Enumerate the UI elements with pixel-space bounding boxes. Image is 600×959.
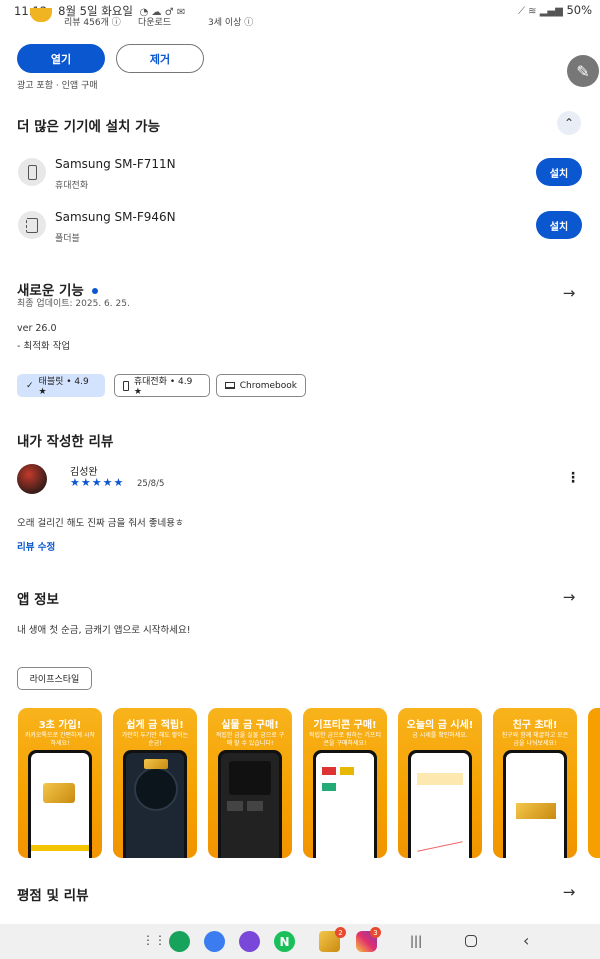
naver-app-icon[interactable]: N [274, 931, 295, 952]
check-icon: ✓ [26, 380, 34, 391]
update-note: - 최적화 작업 [17, 341, 71, 352]
pencil-icon: ✎ [576, 61, 590, 81]
internet-app-icon[interactable] [239, 931, 260, 952]
open-button[interactable]: 열기 [17, 44, 105, 73]
review-date: 25/8/5 [137, 479, 165, 489]
my-review-title: 내가 작성한 리뷰 [17, 434, 114, 450]
messages-app-icon[interactable] [204, 931, 225, 952]
install-button-2[interactable]: 설치 [536, 211, 582, 239]
app-info-arrow[interactable]: → [557, 585, 581, 609]
chevron-up-icon: ⌃ [563, 116, 575, 130]
screenshot-2[interactable]: 쉽게 금 적립! 가만히 두기만 해도 쌓이는 순금! [113, 708, 197, 858]
screenshot-4[interactable]: 기프티콘 구매! 적립한 금으로 원하는 기프티콘을 구매하세요! [303, 708, 387, 858]
phone-icon [123, 380, 129, 391]
review-stars: ★★★★★ [70, 476, 125, 489]
category-tag[interactable]: 라이프스타일 [17, 667, 92, 690]
laptop-icon [225, 382, 235, 389]
chip-phone[interactable]: 휴대전화 • 4.9 ★ [114, 374, 210, 397]
back-button[interactable]: ‹ [523, 931, 529, 950]
arrow-right-icon: → [562, 284, 576, 302]
last-updated: 최종 업데이트: 2025. 6. 25. [17, 299, 130, 309]
review-count: 리뷰 456개 ⓘ [64, 18, 121, 28]
arrow-right-icon: → [562, 588, 576, 606]
whats-new-arrow[interactable]: → [557, 281, 581, 305]
chip-tablet[interactable]: ✓ 태블릿 • 4.9 ★ [17, 374, 105, 397]
app-info-title: 앱 정보 [17, 592, 59, 608]
arrow-right-icon: → [562, 883, 576, 901]
ads-note: 광고 포함 · 인앱 구매 [17, 81, 98, 91]
battery-level: 50% [566, 3, 592, 17]
navigation-bar [0, 924, 600, 959]
devices-title: 더 많은 기기에 설치 가능 [17, 119, 160, 135]
app-description: 내 생애 첫 순금, 금캐기 앱으로 시작하세요! [17, 625, 191, 636]
ratings-arrow[interactable]: → [557, 880, 581, 904]
screenshot-6[interactable]: 친구 초대! 친구와 함께 채굴하고 모은 금을 나눠보세요! [493, 708, 577, 858]
chip-chromebook[interactable]: Chromebook [216, 374, 306, 397]
review-text: 오래 걸리긴 해도 진짜 금을 줘서 좋네용ㅎ [17, 518, 184, 529]
signal-icon: ⟋ ≋ ▂▄▆ [517, 6, 563, 17]
screenshot-1[interactable]: 3초 가입! 카카오톡으로 간편하게 시작하세요! [18, 708, 102, 858]
install-button-1[interactable]: 설치 [536, 158, 582, 186]
screenshot-7-partial[interactable] [588, 708, 600, 858]
version-text: ver 26.0 [17, 323, 57, 334]
device-type-1: 휴대전화 [55, 181, 89, 191]
screenshot-5[interactable]: 오늘의 금 시세! 금 시세를 확인하세요. [398, 708, 482, 858]
avatar [17, 464, 47, 494]
new-dot [91, 288, 98, 294]
recents-button[interactable]: ||| [410, 934, 422, 948]
age-rating: 3세 이상 ⓘ [208, 18, 254, 28]
home-button[interactable] [465, 935, 477, 947]
phone-device-icon [18, 158, 46, 186]
more-vert-icon[interactable]: ⋮ [566, 470, 580, 486]
edit-review-link[interactable]: 리뷰 수정 [17, 539, 55, 553]
remove-button[interactable]: 제거 [116, 44, 204, 73]
edit-fab[interactable]: ✎ [567, 55, 599, 87]
screenshot-3[interactable]: 실물 금 구매! 적립한 금을 실물 금으로 구매 할 수 있습니다! [208, 708, 292, 858]
foldable-device-icon [18, 211, 46, 239]
ratings-title: 평점 및 리뷰 [17, 888, 89, 904]
collapse-button[interactable]: ⌃ [557, 111, 581, 135]
device-name-2: Samsung SM-F946N [55, 210, 176, 224]
device-type-2: 폴더블 [55, 234, 80, 244]
downloads-label: 다운로드 [138, 18, 172, 28]
device-name-1: Samsung SM-F711N [55, 157, 176, 171]
gold-app-badge: 2 [335, 927, 346, 938]
phone-app-icon[interactable] [169, 931, 190, 952]
instagram-badge: 3 [370, 927, 381, 938]
